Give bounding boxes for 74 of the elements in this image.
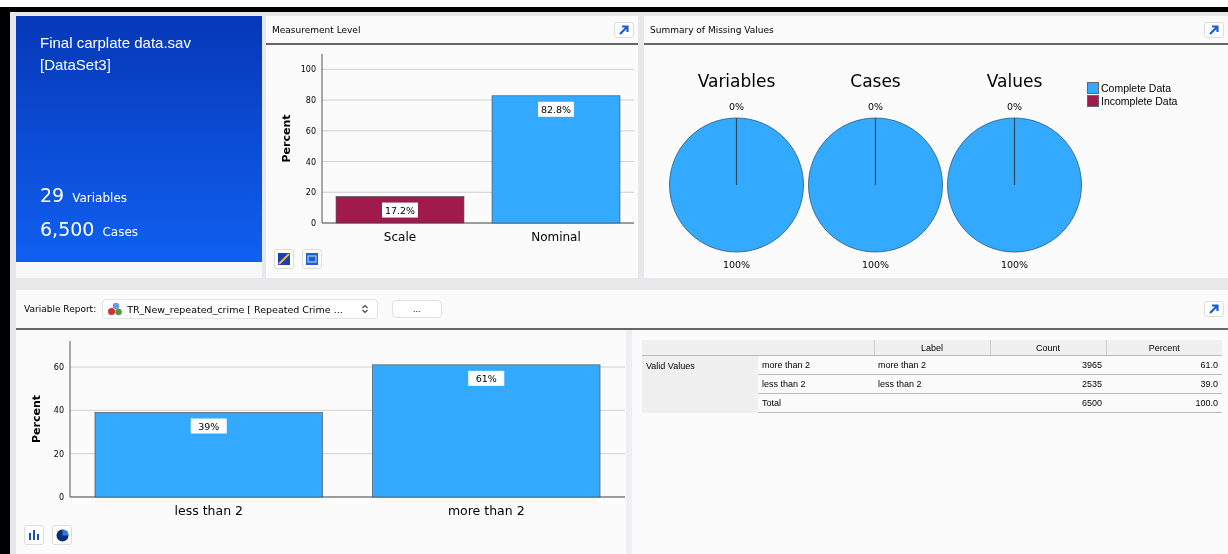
tick-label: 40 [305,157,316,167]
legend-label: Complete Data [1101,81,1172,94]
pie-title: Variables [697,71,776,91]
arrow-icon [618,23,630,36]
pie-chart-button[interactable] [52,525,72,545]
legend-label: Incomplete Data [1101,94,1178,107]
slice-label: 0% [728,101,745,112]
pencil-square-icon [278,253,290,265]
row-group-header: Valid Values [642,355,758,413]
tick-label: 0 [310,219,316,228]
column-header: Label [874,340,990,356]
expand-button[interactable] [1204,301,1224,317]
edit-chart-button[interactable] [274,249,294,269]
slice-label: 0% [867,101,884,112]
slice-label: 100% [722,259,751,270]
pie-title: Cases [850,71,901,91]
axis-title: Percent [30,395,43,443]
needle [1013,117,1016,186]
table-cell: more than 2 [874,355,990,375]
column-header: Percent [1106,340,1222,356]
slice-label: 0% [1006,101,1023,112]
stat-value: 29 [40,184,65,206]
tick-label: 60 [53,363,64,372]
pie-title: Values [986,71,1043,91]
tick-label: 20 [53,449,64,459]
table-cell: less than 2 [758,374,874,394]
tick-label: 60 [305,126,316,136]
pie-chart-icon [55,528,69,542]
data-label: 39% [198,420,220,432]
stat-value: 6,500 [40,218,95,240]
panel-title: Summary of Missing Values [650,24,774,35]
axis-title: Percent [280,114,293,163]
stat-label: Cases [102,225,139,239]
tick-label: 80 [305,96,316,106]
arrow-icon [1208,23,1220,36]
variable-dropdown[interactable]: TR_New_repeated_crime [ Repeated Crime ... [102,299,378,319]
expand-button[interactable] [614,21,634,38]
table-cell: 2535 [990,374,1106,394]
table-cell: 61.0 [1106,355,1222,375]
table-cell: 6500 [990,393,1106,413]
updown-chevron-icon [360,304,369,314]
dataset-name: Final carplate data.sav [40,33,192,53]
category-label: Nominal [531,230,581,244]
arrow-icon [1208,303,1220,315]
expand-button[interactable] [1204,21,1224,38]
data-label: 61% [475,372,497,384]
category-label: Scale [383,230,417,244]
slice-label: 100% [1000,259,1029,270]
table-cell: Total [758,393,874,413]
column-header: Count [990,340,1106,356]
table-cell: more than 2 [758,355,874,375]
slice-label: 100% [861,259,890,270]
bar-chart-icon [28,530,40,540]
needle [874,117,877,186]
category-label: less than 2 [174,503,243,518]
stat-label: Variables [72,191,128,205]
category-label: more than 2 [447,503,525,518]
table-cell: 39.0 [1106,374,1222,394]
tick-label: 40 [53,406,64,416]
dataset-label: [DataSet3] [40,55,112,75]
nominal-variable-icon [107,302,124,316]
needle [735,117,738,186]
tick-label: 20 [305,188,316,198]
variable-report-label: Variable Report: [24,304,97,314]
text-format-button[interactable] [302,249,322,269]
tick-label: 0 [58,493,64,502]
panel-title: Measurement Level [272,24,361,35]
text-box-icon [306,253,318,265]
table-cell: less than 2 [874,374,990,394]
tick-label: 100 [300,65,316,75]
table-cell: 100.0 [1106,393,1222,413]
bar-chart-button[interactable] [24,525,44,545]
table-cell: 3965 [990,355,1106,375]
more-button[interactable]: ... [391,300,442,318]
